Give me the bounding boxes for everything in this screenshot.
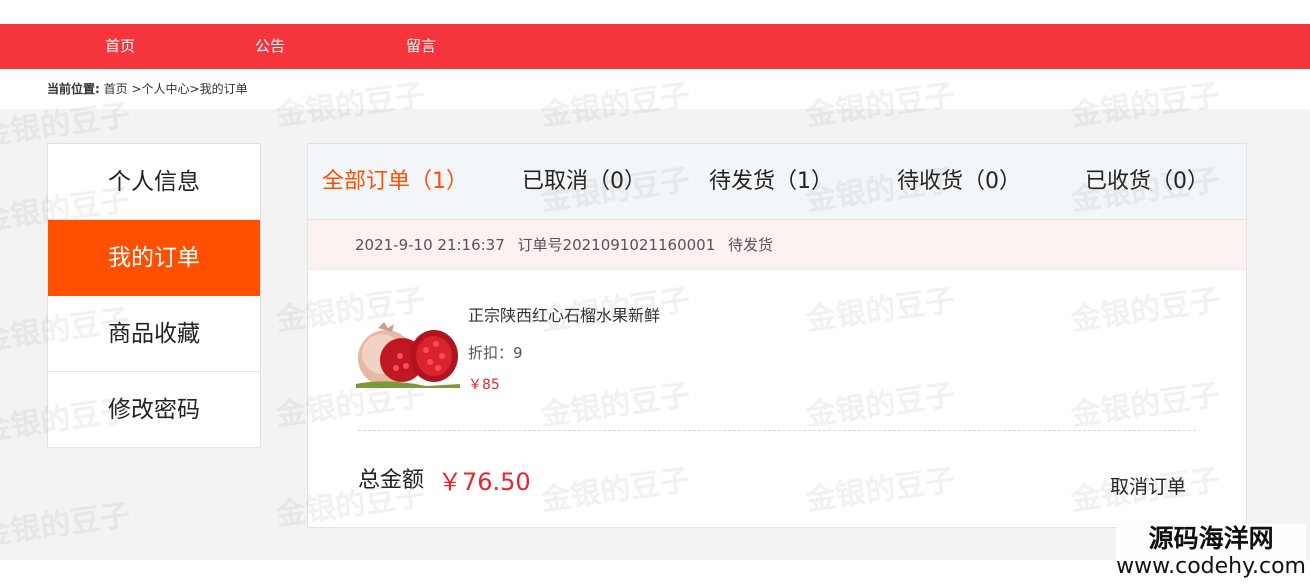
orders-panel: 全部订单（1） 已取消（0） 待发货（1） 待收货（0） 已收货（0） 2021… bbox=[307, 143, 1247, 528]
order-divider bbox=[358, 430, 1196, 431]
breadcrumb-home-link[interactable]: 首页 bbox=[104, 82, 128, 96]
order-total-value: ￥76.50 bbox=[438, 468, 531, 496]
breadcrumb-current: >我的订单 bbox=[189, 82, 248, 96]
brand-url: www.codehy.com bbox=[1116, 554, 1306, 579]
brand-name: 源码海洋网 bbox=[1148, 524, 1274, 553]
tab-received[interactable]: 已收货（0） bbox=[1085, 144, 1209, 220]
site-brand-watermark: 源码海洋网 www.codehy.com bbox=[1116, 524, 1306, 580]
sidebar-item-favorites[interactable]: 商品收藏 bbox=[48, 296, 260, 372]
pomegranate-image[interactable] bbox=[356, 320, 460, 388]
order-status-tabs: 全部订单（1） 已取消（0） 待发货（1） 待收货（0） 已收货（0） bbox=[308, 144, 1246, 220]
product-price: ￥85 bbox=[468, 377, 500, 393]
order-header: 2021-9-10 21:16:37 订单号2021091021160001 待… bbox=[308, 220, 1246, 270]
tab-cancelled[interactable]: 已取消（0） bbox=[522, 144, 646, 220]
user-center-sidebar: 个人信息 我的订单 商品收藏 修改密码 bbox=[47, 143, 261, 448]
tab-to-ship[interactable]: 待发货（1） bbox=[709, 144, 833, 220]
top-nav-bar: 首页 公告 留言 bbox=[0, 24, 1310, 69]
sidebar-item-change-password[interactable]: 修改密码 bbox=[48, 372, 260, 448]
order-number: 订单号2021091021160001 bbox=[517, 236, 716, 254]
nav-announcement-link[interactable]: 公告 bbox=[255, 24, 285, 69]
tab-to-receive[interactable]: 待收货（0） bbox=[897, 144, 1021, 220]
breadcrumb-user-center-link[interactable]: >个人中心 bbox=[131, 82, 189, 96]
nav-home-link[interactable]: 首页 bbox=[105, 24, 135, 69]
nav-message-link[interactable]: 留言 bbox=[406, 24, 436, 69]
order-status: 待发货 bbox=[728, 236, 774, 254]
tab-all-orders[interactable]: 全部订单（1） bbox=[322, 144, 468, 220]
product-name[interactable]: 正宗陕西红心石榴水果新鲜 bbox=[468, 302, 660, 326]
sidebar-item-my-orders[interactable]: 我的订单 bbox=[48, 220, 260, 296]
breadcrumb: 当前位置: 首页 >个人中心>我的订单 bbox=[47, 80, 248, 97]
order-datetime: 2021-9-10 21:16:37 bbox=[355, 236, 505, 254]
order-total-label: 总金额 bbox=[358, 468, 425, 493]
breadcrumb-label: 当前位置: bbox=[47, 82, 100, 96]
product-discount: 折扣：9 bbox=[468, 344, 523, 362]
cancel-order-button[interactable]: 取消订单 bbox=[1110, 472, 1186, 499]
sidebar-item-profile[interactable]: 个人信息 bbox=[48, 144, 260, 220]
